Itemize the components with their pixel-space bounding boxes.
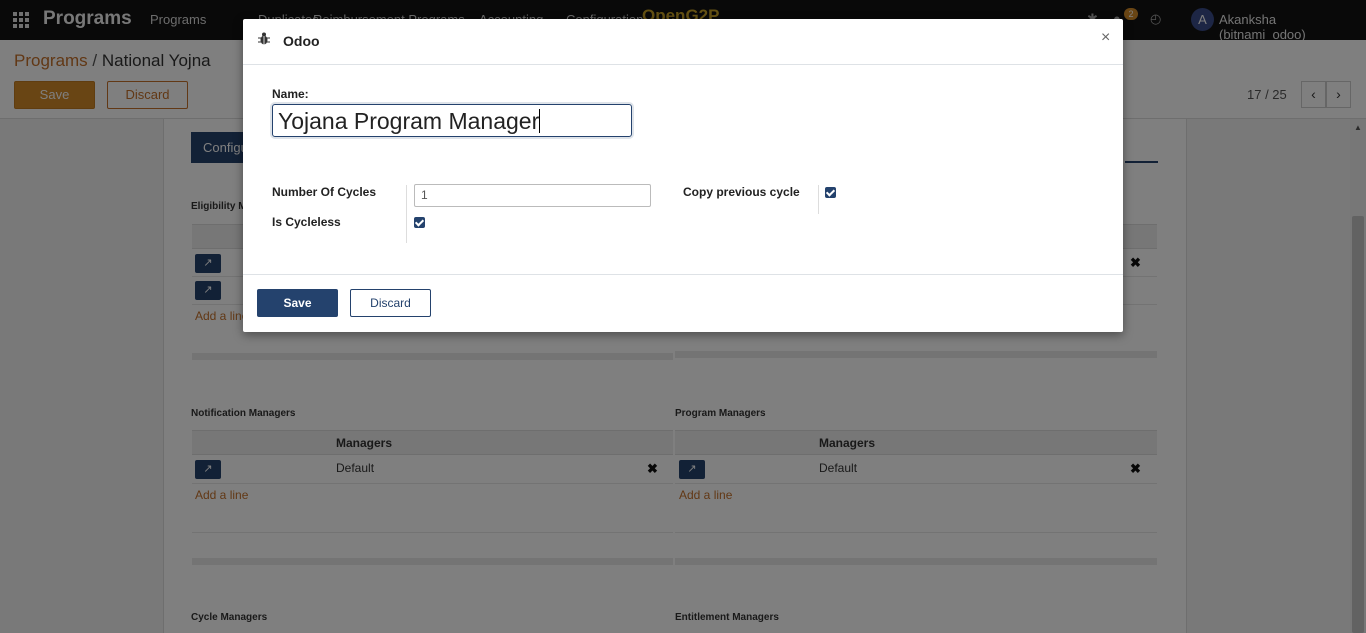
dialog-discard-button[interactable]: Discard — [350, 289, 431, 317]
name-value: Yojana Program Manager — [278, 108, 540, 134]
dialog-title: Odoo — [283, 33, 320, 49]
number-of-cycles-field[interactable]: 1 — [414, 184, 651, 207]
copy-previous-cycle-label: Copy previous cycle — [683, 185, 800, 199]
name-field[interactable]: Yojana Program Manager — [272, 104, 632, 137]
is-cycleless-label: Is Cycleless — [272, 215, 341, 229]
text-caret — [539, 109, 541, 133]
name-label: Name: — [272, 87, 309, 101]
field-divider — [818, 185, 819, 214]
dialog-header: Odoo × — [243, 19, 1123, 65]
bug-icon — [258, 32, 270, 45]
dialog-save-button[interactable]: Save — [257, 289, 338, 317]
copy-previous-cycle-checkbox[interactable] — [825, 187, 836, 198]
manager-dialog: Odoo × Name: Yojana Program Manager Numb… — [243, 19, 1123, 332]
is-cycleless-checkbox[interactable] — [414, 217, 425, 228]
field-divider — [406, 185, 407, 243]
close-icon[interactable]: × — [1101, 29, 1110, 47]
number-of-cycles-label: Number Of Cycles — [272, 185, 377, 199]
dialog-footer: Save Discard — [243, 274, 1123, 332]
